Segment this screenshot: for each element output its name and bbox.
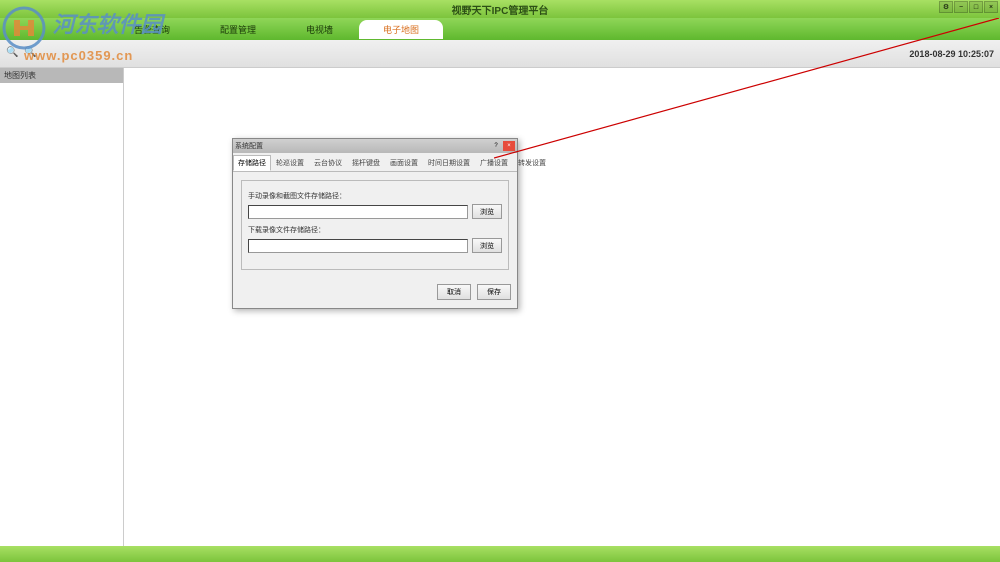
menu-tab-alarm-query[interactable]: 告警查询 [110, 20, 194, 39]
dialog-tab-datetime[interactable]: 时间日期设置 [423, 155, 475, 171]
manual-path-row: 手动录像和截图文件存储路径： 浏览 [248, 191, 502, 219]
manual-path-label: 手动录像和截图文件存储路径： [248, 191, 502, 201]
cancel-button[interactable]: 取消 [437, 284, 471, 300]
zoom-out-icon[interactable]: 🔍 [24, 47, 38, 61]
toolbar: 🔍 🔍 2018-08-29 10:25:07 [0, 40, 1000, 68]
menu-tab-0[interactable] [10, 26, 58, 32]
window-titlebar: 视野天下IPC管理平台 ⚙ − □ × [0, 0, 1000, 18]
zoom-in-icon[interactable]: 🔍 [6, 47, 20, 61]
window-controls: ⚙ − □ × [939, 1, 998, 13]
menu-tab-emap[interactable]: 电子地图 [359, 20, 443, 39]
dialog-close-icon[interactable]: × [503, 141, 515, 151]
status-bar [0, 546, 1000, 562]
dialog-tab-ptz[interactable]: 云台协议 [309, 155, 347, 171]
dialog-tabs: 存储路径 轮巡设置 云台协议 摇杆键盘 画面设置 时间日期设置 广播设置 转发设… [233, 153, 517, 172]
dialog-tab-joystick[interactable]: 摇杆键盘 [347, 155, 385, 171]
dialog-tab-broadcast[interactable]: 广播设置 [475, 155, 513, 171]
content-area: 系统配置 ? × 存储路径 轮巡设置 云台协议 摇杆键盘 画面设置 时间日期设置… [124, 68, 1000, 546]
window-minimize-icon[interactable]: − [954, 1, 968, 13]
download-browse-button[interactable]: 浏览 [472, 238, 502, 253]
manual-browse-button[interactable]: 浏览 [472, 204, 502, 219]
sidebar-content [0, 83, 123, 546]
window-title: 视野天下IPC管理平台 [452, 2, 549, 17]
timestamp: 2018-08-29 10:25:07 [909, 49, 994, 59]
download-path-label: 下载录像文件存储路径： [248, 225, 502, 235]
dialog-body: 手动录像和截图文件存储路径： 浏览 下载录像文件存储路径： 浏览 [233, 172, 517, 278]
system-config-dialog: 系统配置 ? × 存储路径 轮巡设置 云台协议 摇杆键盘 画面设置 时间日期设置… [232, 138, 518, 309]
sidebar: 地图列表 [0, 68, 124, 546]
window-maximize-icon[interactable]: □ [969, 1, 983, 13]
menu-tab-tvwall[interactable]: 电视墙 [282, 20, 357, 39]
toolbar-icons: 🔍 🔍 [6, 47, 38, 61]
manual-path-input-row: 浏览 [248, 204, 502, 219]
main-area: 地图列表 系统配置 ? × 存储路径 轮巡设置 云台协议 摇杆键盘 画面设置 时… [0, 68, 1000, 546]
download-path-input-row: 浏览 [248, 238, 502, 253]
save-button[interactable]: 保存 [477, 284, 511, 300]
window-close-icon[interactable]: × [984, 1, 998, 13]
menu-tab-1[interactable] [60, 26, 108, 32]
manual-path-input[interactable] [248, 205, 468, 219]
dialog-tab-polling[interactable]: 轮巡设置 [271, 155, 309, 171]
dialog-titlebar[interactable]: 系统配置 ? × [233, 139, 517, 153]
dialog-tab-screen[interactable]: 画面设置 [385, 155, 423, 171]
menu-tab-config[interactable]: 配置管理 [196, 20, 280, 39]
dialog-title: 系统配置 [235, 141, 263, 151]
window-settings-icon[interactable]: ⚙ [939, 1, 953, 13]
dialog-controls: ? × [490, 141, 515, 151]
dialog-help-icon[interactable]: ? [490, 141, 502, 151]
dialog-buttons: 取消 保存 [233, 278, 517, 308]
storage-panel: 手动录像和截图文件存储路径： 浏览 下载录像文件存储路径： 浏览 [241, 180, 509, 270]
sidebar-header: 地图列表 [0, 68, 123, 83]
dialog-tab-forward[interactable]: 转发设置 [513, 155, 551, 171]
dialog-tab-storage[interactable]: 存储路径 [233, 155, 271, 171]
download-path-input[interactable] [248, 239, 468, 253]
download-path-row: 下载录像文件存储路径： 浏览 [248, 225, 502, 253]
main-menu: 告警查询 配置管理 电视墙 电子地图 [0, 18, 1000, 40]
